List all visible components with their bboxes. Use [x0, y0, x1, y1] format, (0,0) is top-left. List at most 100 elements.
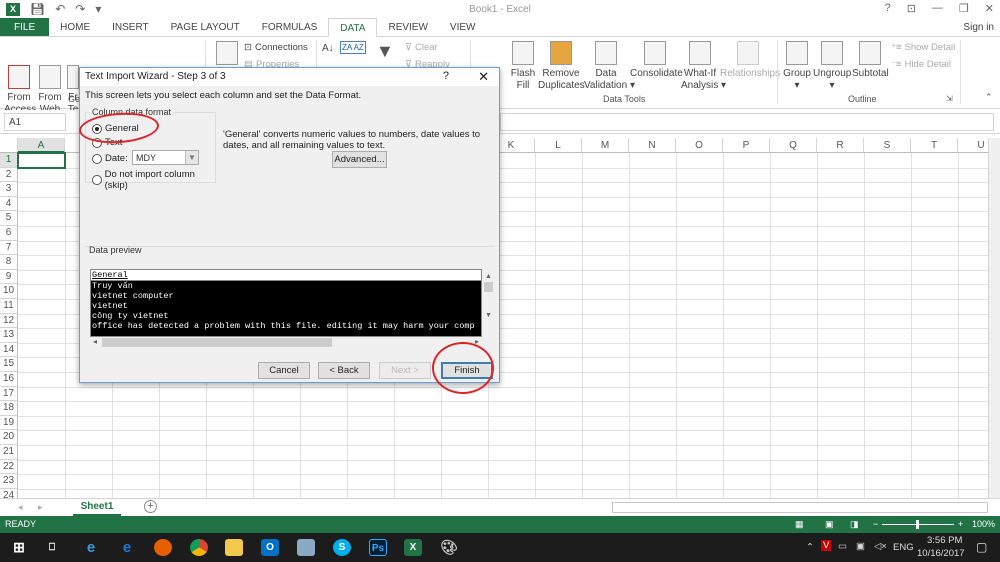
help-icon[interactable]: ?	[885, 2, 891, 15]
photoshop-icon[interactable]: Ps	[369, 539, 387, 556]
column-header-o[interactable]: O	[676, 138, 723, 153]
hide-detail-button[interactable]: ⁻≡ Hide Detail	[891, 59, 951, 70]
start-icon[interactable]: ⊞	[10, 539, 28, 556]
zoom-level[interactable]: 100%	[972, 516, 995, 533]
save-icon[interactable]: 💾︎	[30, 2, 45, 16]
action-center-icon[interactable]: ▢	[976, 540, 987, 554]
row-header-13[interactable]: 13	[0, 328, 18, 343]
date-format-select[interactable]: MDY ▼	[132, 150, 199, 165]
clear-button[interactable]: ⊽ Clear	[405, 42, 438, 53]
row-header-10[interactable]: 10	[0, 284, 18, 299]
radio-date[interactable]: Date:	[92, 153, 128, 164]
row-header-18[interactable]: 18	[0, 401, 18, 416]
minimize-icon[interactable]: —	[932, 2, 943, 15]
from-access-button[interactable]: From Access	[4, 41, 36, 116]
notepad-icon[interactable]	[297, 539, 315, 556]
cancel-button[interactable]: Cancel	[258, 362, 310, 379]
undo-icon[interactable]: ↶	[55, 2, 65, 16]
row-header-22[interactable]: 22	[0, 459, 18, 475]
data-validation-button[interactable]: Data Validation ▾	[584, 41, 635, 92]
ungroup-button[interactable]: Ungroup ▾	[813, 41, 851, 92]
from-text-button[interactable]: Fr Te	[66, 41, 80, 116]
page-layout-view-icon[interactable]: ▣	[825, 516, 834, 533]
name-box[interactable]: A1	[4, 113, 66, 131]
scroll-down-icon[interactable]: ▼	[483, 312, 494, 319]
row-header-23[interactable]: 23	[0, 474, 18, 489]
sheet-tab-sheet1[interactable]: Sheet1	[73, 499, 121, 516]
restore-icon[interactable]: ❐	[959, 2, 969, 15]
tab-view[interactable]: VIEW	[439, 18, 487, 36]
outline-dialog-launcher-icon[interactable]: ⇲	[946, 94, 953, 103]
row-header-1[interactable]: 1	[0, 153, 18, 168]
language-indicator[interactable]: ENG	[893, 542, 914, 553]
file-explorer-icon[interactable]	[225, 539, 243, 556]
collapse-ribbon-icon[interactable]: ⌃	[985, 92, 993, 103]
page-break-view-icon[interactable]: ◨	[850, 516, 859, 533]
row-header-17[interactable]: 17	[0, 386, 18, 402]
firefox-icon[interactable]	[154, 539, 172, 556]
customize-icon[interactable]: ▾	[95, 2, 101, 16]
advanced-button[interactable]: Advanced...	[332, 151, 387, 168]
ribbon-display-icon[interactable]: ⊡	[907, 2, 916, 15]
next-button[interactable]: Next >	[379, 362, 431, 379]
sign-in-link[interactable]: Sign in	[963, 22, 994, 33]
row-header-9[interactable]: 9	[0, 269, 18, 285]
next-sheet-icon[interactable]: ▸	[38, 502, 43, 513]
zoom-out-icon[interactable]: −	[873, 516, 878, 533]
tab-review[interactable]: REVIEW	[377, 18, 438, 36]
column-header-l[interactable]: L	[535, 138, 582, 153]
zoom-in-icon[interactable]: +	[958, 516, 963, 533]
outlook-icon[interactable]: O	[261, 539, 279, 556]
row-header-5[interactable]: 5	[0, 211, 18, 226]
clock-date[interactable]: 10/16/2017	[917, 548, 965, 559]
radio-skip-dot[interactable]	[92, 175, 102, 185]
relationships-button[interactable]: Relationships	[720, 41, 780, 80]
column-header-q[interactable]: Q	[770, 138, 817, 153]
subtotal-button[interactable]: Subtotal	[852, 41, 889, 80]
tab-data[interactable]: DATA	[328, 18, 378, 37]
sort-button[interactable]: ZA AZ	[340, 41, 366, 54]
remove-duplicates-button[interactable]: Remove Duplicates	[538, 41, 585, 92]
data-preview-box[interactable]: General Truy vấn vietnet computer vietne…	[90, 269, 482, 337]
tab-page-layout[interactable]: PAGE LAYOUT	[160, 18, 251, 36]
preview-hscroll-thumb[interactable]	[102, 338, 332, 347]
battery-icon[interactable]: ▭	[838, 541, 847, 552]
redo-icon[interactable]: ↷	[75, 2, 85, 16]
column-header-m[interactable]: M	[582, 138, 629, 153]
tab-file[interactable]: FILE	[0, 18, 50, 36]
row-header-15[interactable]: 15	[0, 357, 18, 372]
column-header-p[interactable]: P	[723, 138, 770, 153]
column-header-r[interactable]: R	[817, 138, 864, 153]
row-header-11[interactable]: 11	[0, 299, 18, 314]
row-header-14[interactable]: 14	[0, 342, 18, 358]
formula-input[interactable]	[500, 113, 994, 131]
network-icon[interactable]: ▣	[856, 541, 865, 552]
filter-button[interactable]: ▼	[376, 41, 394, 62]
row-header-4[interactable]: 4	[0, 196, 18, 212]
dialog-close-icon[interactable]: ✕	[478, 69, 489, 85]
refresh-all-button[interactable]	[216, 41, 238, 68]
group-button[interactable]: Group ▾	[783, 41, 811, 92]
row-header-8[interactable]: 8	[0, 255, 18, 270]
paint-icon[interactable]: 🎨︎	[440, 539, 458, 556]
flash-fill-button[interactable]: Flash Fill	[508, 41, 538, 92]
radio-skip[interactable]: Do not import column (skip)	[92, 169, 215, 191]
row-header-16[interactable]: 16	[0, 372, 18, 387]
volume-muted-icon[interactable]: ◁×	[874, 541, 887, 552]
vertical-scrollbar[interactable]	[988, 138, 1000, 498]
task-view-icon[interactable]: ⎕	[43, 539, 61, 556]
row-header-2[interactable]: 2	[0, 167, 18, 183]
tab-insert[interactable]: INSERT	[101, 18, 160, 36]
column-header-n[interactable]: N	[629, 138, 676, 153]
row-header-3[interactable]: 3	[0, 182, 18, 197]
connections-button[interactable]: ⊡ Connections	[244, 42, 308, 53]
column-header-s[interactable]: S	[864, 138, 911, 153]
select-all-corner[interactable]	[0, 138, 18, 153]
column-header-a[interactable]: A	[18, 138, 65, 153]
preview-horizontal-scrollbar[interactable]: ◂ ▸	[90, 337, 482, 348]
dialog-help-icon[interactable]: ?	[443, 70, 449, 82]
normal-view-icon[interactable]: ▦	[795, 516, 804, 533]
sort-az-button[interactable]: A↓	[322, 43, 334, 54]
selected-cell-a1[interactable]	[17, 152, 66, 169]
chevron-down-icon[interactable]: ▼	[185, 151, 198, 164]
